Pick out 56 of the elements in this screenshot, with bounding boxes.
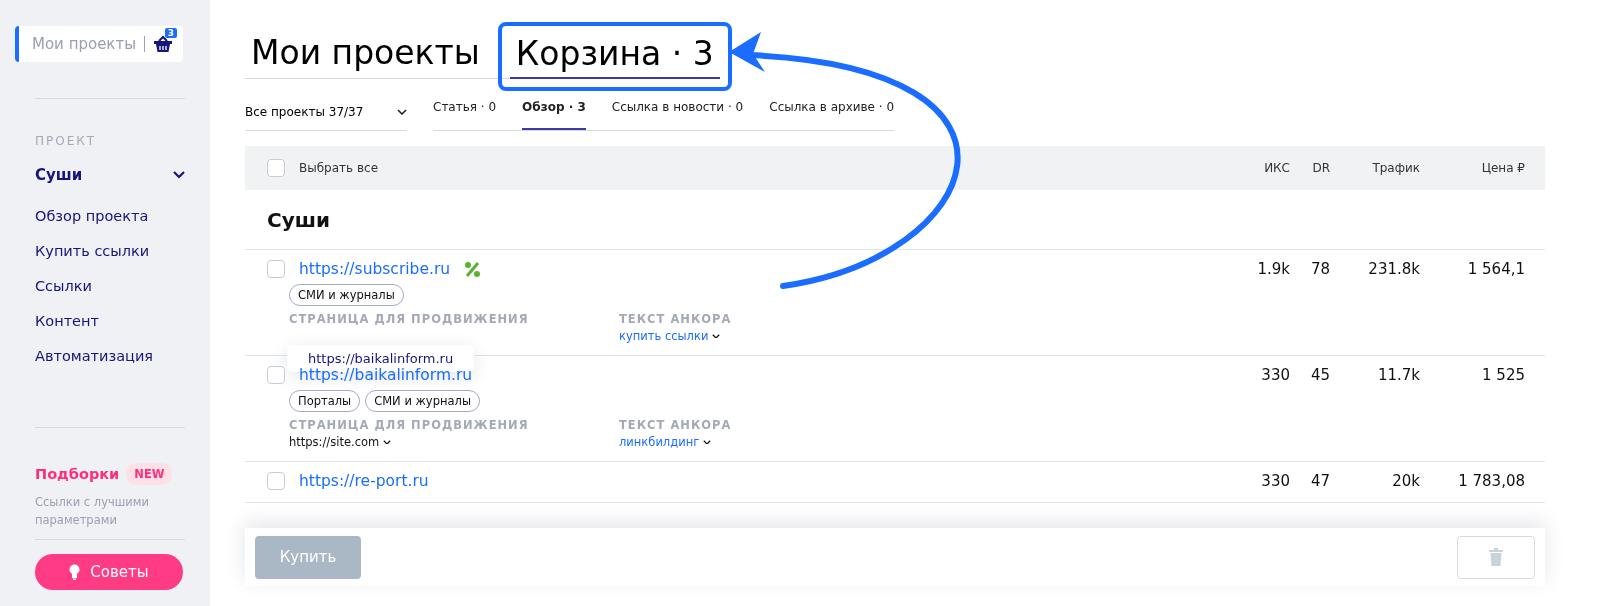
sidebar-item[interactable]: Автоматизация [35, 338, 154, 373]
promo-description: Ссылки с лучшими параметрами [35, 494, 150, 529]
table-cell-text: 47 [1309, 472, 1330, 490]
chevron-down-icon [712, 333, 721, 339]
chevron-down-icon [703, 439, 712, 445]
trash-icon [1489, 548, 1503, 566]
table-cell-text: 1.9k [1256, 260, 1290, 280]
basket-icon[interactable] [153, 35, 173, 53]
field-label: СТРАНИЦА ДЛЯ ПРОДВИЖЕНИЯ [289, 312, 530, 326]
filter-tab[interactable]: Обзор · 3 [522, 98, 586, 130]
group-title: Суши [245, 190, 1545, 250]
column-header: ИКС [1263, 161, 1290, 175]
site-link[interactable]: https://subscribe.ru [299, 260, 451, 278]
checkbox[interactable] [267, 366, 285, 384]
filter-tab[interactable]: Ссылка в архиве · 0 [769, 98, 895, 130]
column-header: Трафик [1371, 161, 1420, 175]
table-cell-text: 330 [1260, 366, 1290, 386]
table-cell-text: 330 [1260, 472, 1290, 490]
table-cell-text: 20k [1391, 472, 1420, 490]
project-select[interactable]: Все проекты 37/37 [245, 99, 407, 131]
chevron-down-icon [397, 108, 407, 115]
sidebar-item[interactable]: Контент [35, 303, 99, 338]
table-cell-text: 1 525 [1481, 366, 1525, 386]
sidebar-item[interactable]: Купить ссылки [35, 233, 150, 268]
project-name[interactable]: Суши [35, 166, 83, 184]
chevron-icon[interactable] [173, 171, 185, 179]
table-cell-text: 45 [1309, 366, 1330, 386]
field-label: ТЕКСТ АНКОРА [619, 312, 733, 326]
field-label: ТЕКСТ АНКОРА [619, 418, 733, 432]
section-label: ПРОЕКТ [35, 134, 98, 148]
table-cell-text: 1 783,08 [1457, 472, 1525, 490]
checkbox[interactable] [267, 159, 285, 177]
table-cell-text: 11.7k [1376, 366, 1420, 386]
lightbulb-icon [69, 564, 81, 580]
anchor-select[interactable]: линкбилдинг [619, 435, 712, 449]
cart-count-badge: 3 [164, 28, 177, 38]
table-cell-text: 1 564,1 [1466, 260, 1525, 280]
checkbox[interactable] [267, 472, 285, 490]
chevron-down-icon [383, 439, 392, 445]
checkbox[interactable] [267, 260, 285, 278]
column-header: Цена ₽ [1480, 161, 1525, 175]
site-link[interactable]: https://re-port.ru [299, 472, 429, 490]
sidebar-item[interactable]: Ссылки [35, 268, 92, 303]
table-cell-text: 231.8k [1367, 260, 1420, 280]
filter-tab[interactable]: Статья · 0 [433, 98, 497, 130]
table-cell-text: 78 [1309, 260, 1330, 280]
select-all-label[interactable]: Выбрать все [299, 161, 378, 175]
promo-page-select[interactable]: https://site.com [289, 435, 392, 449]
page-tab[interactable]: Мои проекты [245, 33, 486, 78]
anchor-select[interactable]: купить ссылки [619, 329, 721, 343]
column-header: DR [1311, 161, 1330, 175]
filter-tab[interactable]: Ссылка в новости · 0 [611, 98, 744, 130]
new-badge: NEW [126, 463, 173, 485]
field-label: СТРАНИЦА ДЛЯ ПРОДВИЖЕНИЯ [289, 418, 530, 432]
page-tab[interactable]: Корзина · 3 [509, 34, 720, 79]
sidebar-item[interactable]: Обзор проекта [35, 198, 149, 233]
